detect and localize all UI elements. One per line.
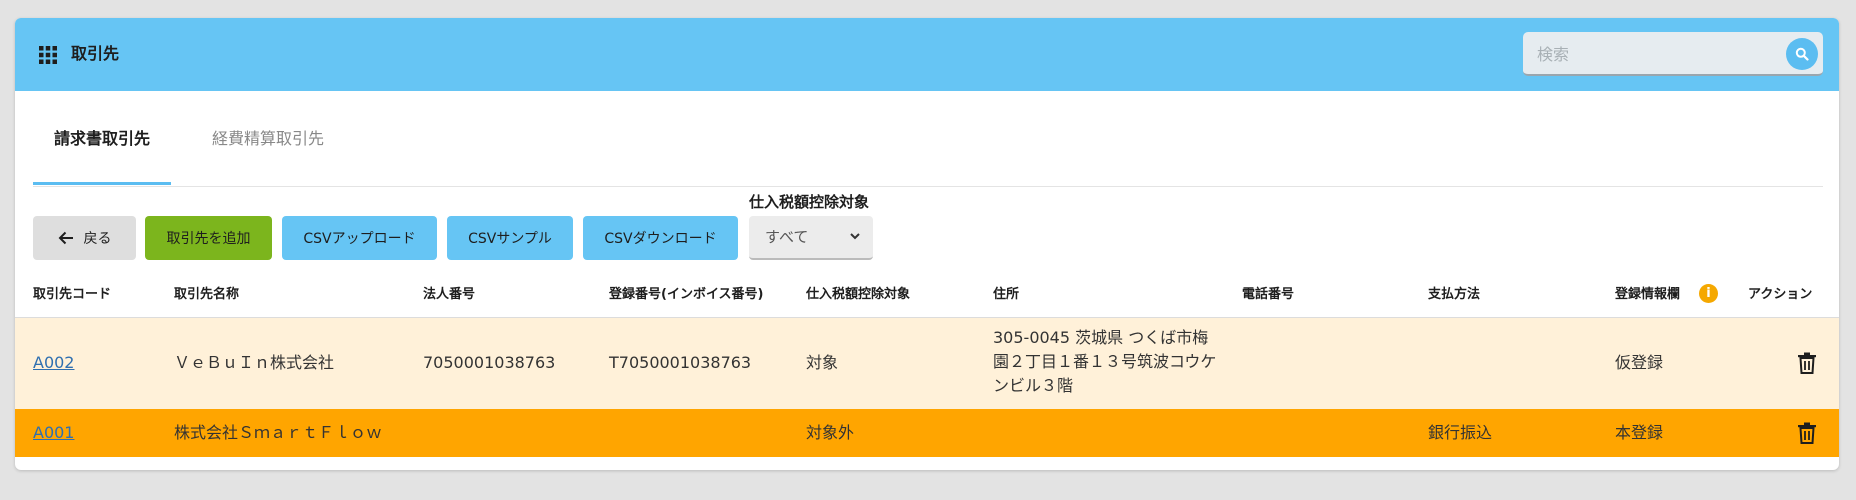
arrow-left-icon (58, 231, 73, 245)
csv-download-button[interactable]: CSVダウンロード (583, 216, 738, 260)
vendor-address: 305-0045 茨城県 つくば市梅園２丁目１番１３号筑波コウケンビル３階 (993, 328, 1217, 395)
tax-deduction-filter-label: 仕入税額控除対象 (749, 193, 870, 211)
tax-deduction-filter-select[interactable]: すべて (749, 216, 873, 260)
column-header-actions: アクション (1748, 287, 1813, 302)
column-header-name[interactable]: 取引先名称 (174, 284, 239, 306)
back-button-label: 戻る (83, 231, 112, 247)
registration-status: 本登録 (1615, 423, 1664, 442)
tab-bar: 請求書取引先 経費精算取引先 (33, 116, 1823, 187)
csv-upload-button[interactable]: CSVアップロード (282, 216, 437, 260)
search-input[interactable] (1535, 42, 1769, 66)
tax-deduction-status: 対象 (806, 353, 839, 372)
chevron-down-icon (850, 233, 860, 240)
table-row[interactable]: A001 株式会社ＳｍａｒｔＦｌｏｗ 対象外 銀行振込 本登録 (15, 409, 1839, 457)
vendor-name: ＶｅＢｕＩｎ株式会社 (174, 353, 335, 372)
grid-icon[interactable] (38, 45, 58, 65)
info-icon[interactable]: i (1699, 284, 1718, 303)
column-header-tax-deduction[interactable]: 仕入税額控除対象 (806, 284, 910, 306)
tax-deduction-status: 対象外 (806, 423, 855, 442)
vendor-code-link[interactable]: A002 (33, 351, 74, 375)
column-header-code[interactable]: 取引先コード (33, 284, 111, 306)
tab-invoice-vendors[interactable]: 請求書取引先 (33, 116, 171, 185)
tab-expense-vendors[interactable]: 経費精算取引先 (188, 116, 348, 185)
registration-number: T7050001038763 (609, 353, 752, 372)
csv-sample-button[interactable]: CSVサンプル (447, 216, 573, 260)
search-button[interactable] (1786, 38, 1818, 70)
column-header-phone[interactable]: 電話番号 (1242, 284, 1294, 306)
column-header-registration-status[interactable]: 登録情報欄 (1615, 284, 1680, 306)
table-header: 取引先コード 取引先名称 法人番号 登録番号(インボイス番号) 仕入税額控除対象… (15, 277, 1839, 318)
column-header-address[interactable]: 住所 (993, 284, 1019, 306)
back-button[interactable]: 戻る (33, 216, 136, 260)
page-title: 取引先 (71, 44, 120, 63)
table-row[interactable]: A002 ＶｅＢｕＩｎ株式会社 7050001038763 T705000103… (15, 318, 1839, 409)
search-box (1523, 32, 1823, 76)
column-header-registration-number[interactable]: 登録番号(インボイス番号) (609, 284, 764, 306)
search-icon (1795, 47, 1809, 61)
registration-status: 仮登録 (1615, 353, 1664, 372)
main-card: 取引先 請求書取引先 経費精算取引先 戻る 取引先を追加 CSVアップロード C… (15, 18, 1839, 470)
corporate-number: 7050001038763 (423, 353, 556, 372)
trash-icon[interactable] (1797, 352, 1817, 374)
app-header: 取引先 (15, 18, 1839, 91)
vendor-code-link[interactable]: A001 (33, 421, 74, 445)
add-vendor-button[interactable]: 取引先を追加 (145, 216, 272, 260)
vendor-name: 株式会社ＳｍａｒｔＦｌｏｗ (174, 423, 383, 442)
trash-icon[interactable] (1797, 422, 1817, 444)
column-header-payment-method[interactable]: 支払方法 (1428, 284, 1480, 306)
column-header-corporate-number[interactable]: 法人番号 (423, 284, 475, 306)
filter-selected-value: すべて (765, 228, 809, 246)
payment-method: 銀行振込 (1428, 423, 1493, 442)
